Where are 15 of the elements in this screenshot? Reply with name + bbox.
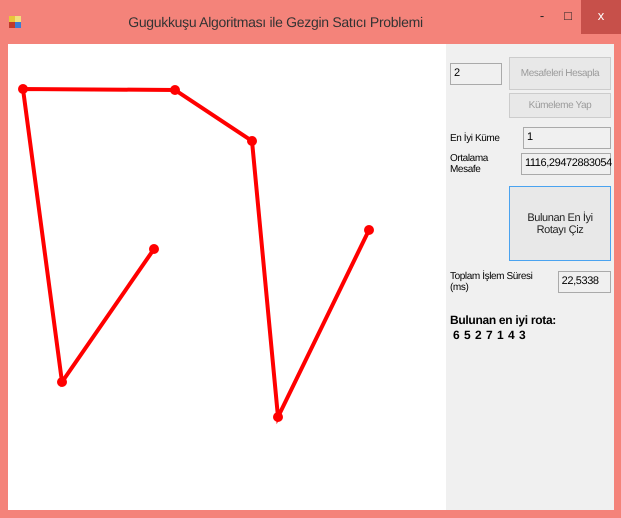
result-heading: Bulunan en iyi rota:	[450, 313, 558, 327]
minimize-button[interactable]: -	[529, 0, 555, 32]
field-label: Toplam İşlem Süresi (ms)	[450, 271, 534, 293]
best-cluster-field[interactable]: 1	[523, 127, 611, 149]
maximize-button[interactable]: □	[555, 0, 581, 32]
route-text: 6 5 2 7 1 4 3	[452, 328, 528, 342]
average-distance-field[interactable]: 1116,29472883054	[521, 153, 611, 175]
draw-route-button[interactable]: Bulunan En İyi Rotayı Çiz	[509, 186, 611, 261]
field-label: Ortalama Mesafe	[450, 153, 490, 175]
field-label: En İyi Küme	[450, 132, 500, 144]
close-button[interactable]: x	[581, 0, 621, 34]
app-icon	[8, 15, 22, 29]
window-title: Gugukkuşu Algoritması ile Gezgin Satıcı Problemi	[127, 14, 424, 30]
total-time-field[interactable]: 22,5338	[558, 271, 611, 293]
cluster-count-field[interactable]: 2	[450, 62, 502, 84]
